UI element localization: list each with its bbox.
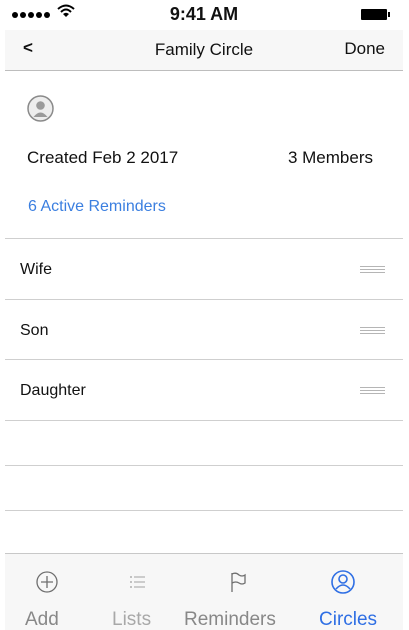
tab-reminders[interactable]: Reminders bbox=[180, 554, 290, 630]
circle-avatar-icon[interactable] bbox=[27, 95, 54, 122]
divider bbox=[5, 465, 403, 466]
member-row[interactable]: Daughter bbox=[5, 360, 403, 420]
tab-label: Add bbox=[25, 609, 59, 630]
phone-screen: 9:41 AM < Family Circle Done Created Feb… bbox=[5, 0, 403, 630]
tab-label: Reminders bbox=[184, 609, 276, 630]
status-time: 9:41 AM bbox=[169, 4, 239, 24]
person-circle-icon bbox=[331, 570, 355, 594]
back-button[interactable]: < bbox=[23, 38, 33, 58]
tab-add[interactable]: Add bbox=[5, 554, 85, 630]
drag-handle-icon[interactable] bbox=[360, 327, 385, 334]
done-button[interactable]: Done bbox=[344, 39, 385, 59]
member-name: Daughter bbox=[20, 382, 86, 399]
tab-bar: Add Lists Reminders Circles bbox=[5, 553, 403, 630]
list-icon bbox=[130, 576, 145, 588]
drag-handle-icon[interactable] bbox=[360, 387, 385, 394]
active-reminders-link[interactable]: 6 Active Reminders bbox=[28, 198, 166, 216]
tab-lists[interactable]: Lists bbox=[100, 554, 170, 630]
status-bar: 9:41 AM bbox=[5, 0, 403, 30]
page-title: Family Circle bbox=[154, 40, 254, 59]
drag-handle-icon[interactable] bbox=[360, 266, 385, 273]
navigation-bar: < Family Circle Done bbox=[5, 30, 403, 71]
tab-circles[interactable]: Circles bbox=[305, 554, 403, 630]
created-date: Created Feb 2 2017 bbox=[27, 148, 179, 167]
member-name: Wife bbox=[20, 261, 52, 278]
battery-icon bbox=[361, 9, 390, 20]
flag-icon bbox=[231, 572, 246, 592]
member-row[interactable]: Son bbox=[5, 300, 403, 360]
members-count: 3 Members bbox=[287, 148, 373, 167]
divider bbox=[5, 420, 403, 421]
tab-label: Lists bbox=[112, 609, 152, 630]
tab-label: Circles bbox=[319, 609, 378, 630]
member-row[interactable]: Wife bbox=[5, 239, 403, 299]
plus-circle-icon bbox=[36, 571, 58, 593]
divider bbox=[5, 510, 403, 511]
member-name: Son bbox=[20, 322, 49, 339]
